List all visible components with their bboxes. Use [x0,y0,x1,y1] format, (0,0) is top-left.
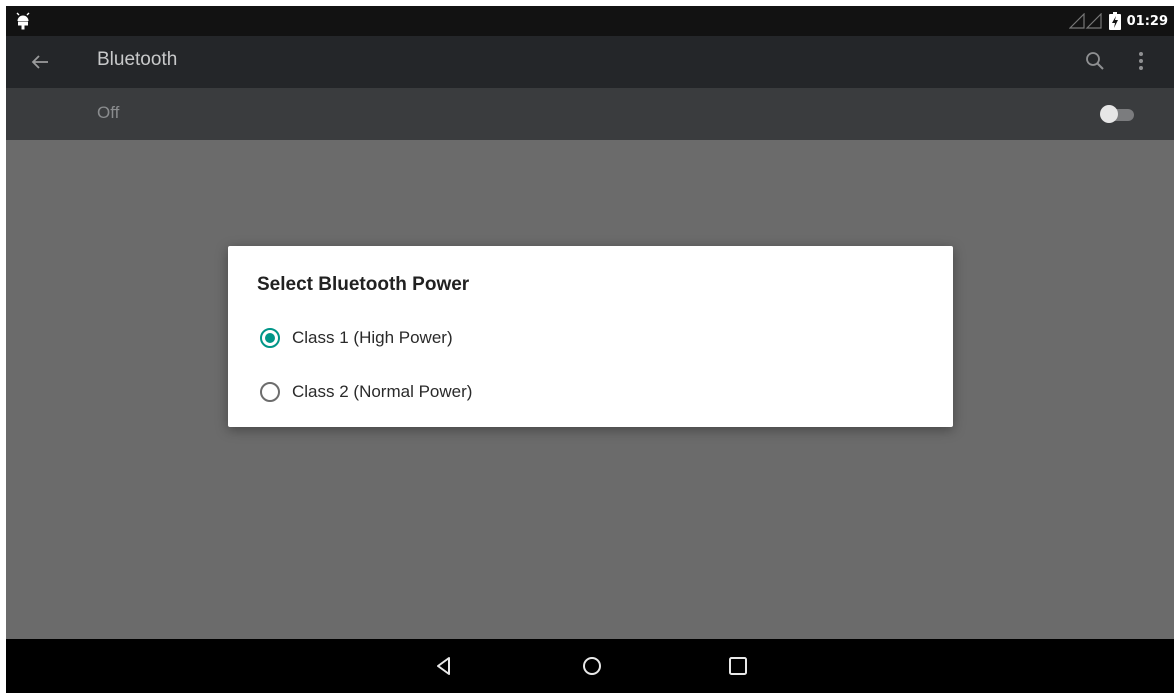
nav-recents-icon[interactable] [725,653,751,679]
android-screen: 01:29 Bluetooth Off Select Bluetooth Pow… [6,6,1174,693]
signal-icon [1068,13,1102,29]
option-label: Class 1 (High Power) [292,328,453,347]
status-icons: 01:29 [1068,6,1174,36]
radio-unchecked-icon[interactable] [260,382,280,402]
option-class-2[interactable]: Class 2 (Normal Power) [260,375,472,409]
option-class-1[interactable]: Class 1 (High Power) [260,321,453,355]
app-toolbar: Bluetooth [6,36,1174,88]
bluetooth-switch-bar[interactable]: Off [6,88,1174,140]
toggle-thumb [1100,105,1118,123]
more-vert-icon[interactable] [1136,50,1146,72]
bluetooth-power-dialog: Select Bluetooth Power Class 1 (High Pow… [228,246,953,427]
navigation-bar [6,639,1174,693]
nav-back-icon[interactable] [431,653,457,679]
search-icon[interactable] [1084,50,1106,72]
page-title: Bluetooth [97,49,178,70]
radio-checked-icon[interactable] [260,328,280,348]
status-bar: 01:29 [6,6,1174,36]
status-time: 01:29 [1126,13,1168,29]
bluetooth-toggle[interactable] [1100,105,1136,123]
dialog-title: Select Bluetooth Power [257,274,470,295]
android-debug-icon [16,12,30,30]
option-label: Class 2 (Normal Power) [292,382,473,401]
nav-home-icon[interactable] [579,653,605,679]
bluetooth-state-label: Off [97,103,120,122]
battery-icon [1108,12,1121,30]
arrow-back-icon[interactable] [28,50,52,74]
